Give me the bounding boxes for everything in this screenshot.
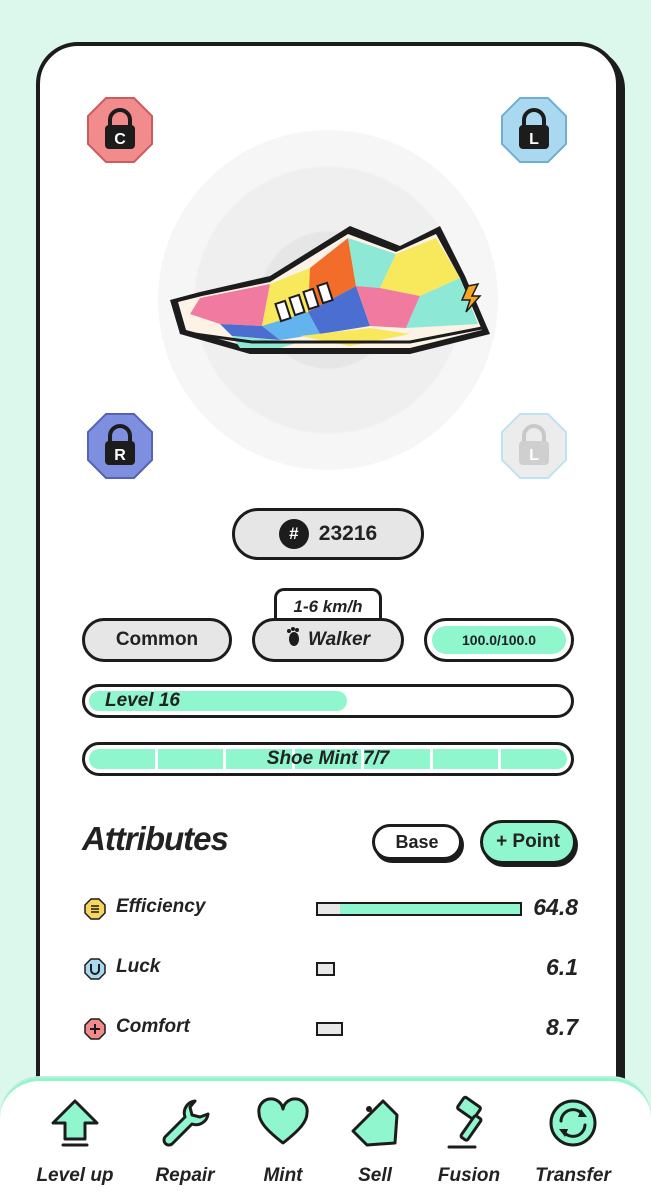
nav-label: Sell [358,1165,392,1186]
wrench-icon [162,1099,210,1147]
base-button[interactable]: Base [372,824,462,860]
attribute-row-luck: Luck 6.1 [84,954,578,984]
socket-l-lock-icon[interactable]: L [500,96,568,164]
shoe-id: 23216 [318,522,378,545]
nav-label: Transfer [535,1165,611,1186]
shoe-type-badge: Walker [252,618,404,662]
level-progress-bar: Level 16 [82,684,574,718]
repair-button[interactable]: Repair [136,1095,234,1200]
speed-range-tab: 1-6 km/h [274,588,382,622]
socket-letter: L [529,131,539,148]
nav-label: Mint [263,1165,303,1186]
transfer-icon [549,1099,597,1147]
level-label: Level 16 [105,690,180,711]
durability-fill: 100.0/100.0 [432,626,566,654]
attributes-title: Attributes [82,820,229,857]
luck-icon [84,958,106,980]
sneaker-image [160,216,500,366]
rarity-badge: Common [82,618,232,662]
attribute-row-efficiency: Efficiency 64.8 [84,894,578,924]
nav-label: Level up [36,1165,114,1186]
level-up-button[interactable]: Level up [26,1095,124,1200]
attribute-bar [316,962,335,976]
attribute-value: 8.7 [546,1014,578,1040]
add-point-button[interactable]: + Point [480,820,576,864]
socket-letter: C [114,131,126,148]
nav-label: Repair [155,1165,215,1186]
socket-letter: R [114,447,126,464]
hammer-icon [447,1095,483,1149]
footprint-icon [286,627,300,653]
durability-value: 100.0/100.0 [462,632,536,648]
transfer-button[interactable]: Transfer [524,1095,622,1200]
attribute-name: Efficiency [116,896,206,917]
attribute-value: 64.8 [533,894,578,920]
attribute-bar-base [318,964,333,974]
sneaker-detail-card: C L R L # 23216 Common 1-6 km/h Walker 1… [36,42,620,1192]
socket-c-lock-icon[interactable]: C [86,96,154,164]
durability-meter: 100.0/100.0 [424,618,574,662]
attribute-name: Luck [116,956,161,977]
shoe-type-label: Walker [308,629,370,650]
nav-label: Fusion [437,1165,501,1186]
bottom-action-bar: Level up Repair Mint Sell Fusion Transfe… [0,1078,651,1200]
hash-icon: # [278,519,309,549]
attribute-bar-base [318,1024,341,1034]
shoe-mint-bar: Shoe Mint 7/7 [82,742,574,776]
attribute-bar [316,902,522,916]
attribute-row-comfort: Comfort 8.7 [84,1014,578,1044]
socket-l-disabled-lock-icon[interactable]: L [500,412,568,480]
attribute-bar [316,1022,343,1036]
socket-letter: L [529,447,539,464]
fusion-button[interactable]: Fusion [420,1095,518,1200]
socket-r-lock-icon[interactable]: R [86,412,154,480]
attribute-bar-base [318,904,341,914]
mint-button[interactable]: Mint [234,1095,332,1200]
level-up-icon [51,1099,99,1147]
attribute-value: 6.1 [546,954,578,980]
heart-icon [257,1097,309,1145]
tag-icon [351,1099,399,1147]
attribute-bar-fill [340,904,520,914]
shoe-id-badge: # 23216 [232,508,424,560]
sell-button[interactable]: Sell [326,1095,424,1200]
comfort-icon [84,1018,106,1040]
rarity-label: Common [115,629,199,650]
efficiency-icon [84,898,106,920]
attribute-name: Comfort [116,1016,190,1037]
shoe-mint-label: Shoe Mint 7/7 [266,748,390,769]
